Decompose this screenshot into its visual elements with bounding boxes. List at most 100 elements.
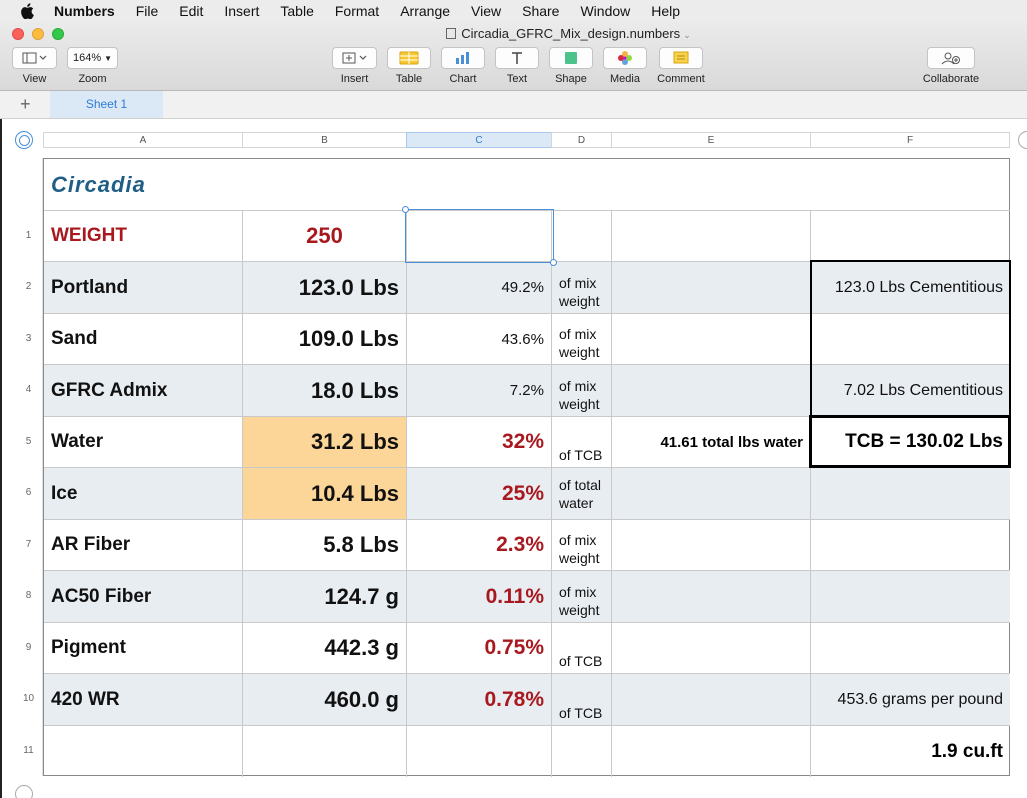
total-water-note[interactable]: 41.61 total lbs water <box>612 417 811 468</box>
ingredient-percent[interactable]: 0.11% <box>407 571 552 623</box>
cell-e4[interactable] <box>612 365 811 417</box>
ingredient-label[interactable]: AC50 Fiber <box>44 571 243 623</box>
toolbar-comment[interactable]: Comment <box>657 47 705 85</box>
ingredient-unit[interactable]: of mix weight <box>552 314 612 365</box>
column-header-d[interactable]: D <box>551 132 612 148</box>
row-header-title[interactable] <box>15 158 43 210</box>
ingredient-label[interactable]: 420 WR <box>44 674 243 726</box>
row-header-5[interactable]: 5 <box>15 416 43 467</box>
ingredient-percent[interactable]: 0.78% <box>407 674 552 726</box>
menu-insert[interactable]: Insert <box>224 3 259 19</box>
cell-e10[interactable] <box>612 674 811 726</box>
zoom-select[interactable]: 164% ▼ <box>67 47 118 69</box>
ingredient-percent[interactable]: 25% <box>407 468 552 520</box>
grams-per-pound-note[interactable]: 453.6 grams per pound <box>811 674 1010 726</box>
ingredient-amount[interactable]: 10.4 Lbs <box>243 468 407 520</box>
ingredient-unit[interactable]: of TCB <box>552 623 612 674</box>
text-button[interactable] <box>495 47 539 69</box>
ingredient-unit[interactable]: of mix weight <box>552 262 612 314</box>
ingredient-amount[interactable]: 109.0 Lbs <box>243 314 407 365</box>
ingredient-unit[interactable]: of TCB <box>552 674 612 726</box>
toolbar-insert[interactable]: Insert <box>332 47 377 85</box>
menu-help[interactable]: Help <box>651 3 680 19</box>
menu-file[interactable]: File <box>136 3 159 19</box>
cell-f8[interactable] <box>811 571 1010 623</box>
row-header-2[interactable]: 2 <box>15 261 43 313</box>
ingredient-unit[interactable]: of mix weight <box>552 365 612 417</box>
row-header-9[interactable]: 9 <box>15 622 43 673</box>
ingredient-percent[interactable]: 0.75% <box>407 623 552 674</box>
menu-share[interactable]: Share <box>522 3 559 19</box>
menu-app-name[interactable]: Numbers <box>54 3 115 19</box>
ingredient-label[interactable]: Water <box>44 417 243 468</box>
ingredient-label[interactable]: Portland <box>44 262 243 314</box>
toolbar-view[interactable]: View <box>12 47 57 85</box>
chart-button[interactable] <box>441 47 485 69</box>
cell-f1[interactable] <box>811 211 1010 262</box>
apple-menu-icon[interactable] <box>20 3 34 19</box>
ingredient-unit[interactable]: of mix weight <box>552 571 612 623</box>
ingredient-label[interactable]: GFRC Admix <box>44 365 243 417</box>
column-header-f[interactable]: F <box>810 132 1010 148</box>
view-button[interactable] <box>12 47 57 69</box>
cell-f6[interactable] <box>811 468 1010 520</box>
menu-table[interactable]: Table <box>280 3 313 19</box>
toolbar-shape[interactable]: Shape <box>549 47 593 85</box>
cell-e3[interactable] <box>612 314 811 365</box>
table-select-handle[interactable] <box>15 131 33 149</box>
row-header-6[interactable]: 6 <box>15 467 43 519</box>
cell-e11[interactable] <box>612 726 811 777</box>
column-header-b[interactable]: B <box>242 132 407 148</box>
sheet-canvas[interactable]: A B C D E F 1 2 3 4 5 6 7 8 9 10 11 Circ… <box>0 119 1027 798</box>
ingredient-amount[interactable]: 460.0 g <box>243 674 407 726</box>
ingredient-percent[interactable]: 2.3% <box>407 520 552 571</box>
menu-window[interactable]: Window <box>580 3 630 19</box>
toolbar-table[interactable]: Table <box>387 47 431 85</box>
ingredient-percent[interactable]: 43.6% <box>407 314 552 365</box>
weight-label[interactable]: WEIGHT <box>44 211 243 262</box>
cell-e1[interactable] <box>612 211 811 262</box>
ingredient-percent[interactable]: 32% <box>407 417 552 468</box>
tab-sheet-1[interactable]: Sheet 1 <box>50 91 163 118</box>
row-header-11[interactable]: 11 <box>15 725 43 776</box>
toolbar-zoom[interactable]: 164% ▼ Zoom <box>67 47 118 85</box>
add-sheet-button[interactable]: + <box>20 94 31 115</box>
ingredient-amount[interactable]: 18.0 Lbs <box>243 365 407 417</box>
cell-e9[interactable] <box>612 623 811 674</box>
ingredient-unit[interactable]: of mix weight <box>552 520 612 571</box>
ingredient-label[interactable]: AR Fiber <box>44 520 243 571</box>
menu-arrange[interactable]: Arrange <box>400 3 450 19</box>
shape-button[interactable] <box>549 47 593 69</box>
ingredient-amount[interactable]: 123.0 Lbs <box>243 262 407 314</box>
cell-e8[interactable] <box>612 571 811 623</box>
cell-d1[interactable] <box>552 211 612 262</box>
toolbar-media[interactable]: Media <box>603 47 647 85</box>
row-header-7[interactable]: 7 <box>15 519 43 570</box>
ingredient-label[interactable]: Sand <box>44 314 243 365</box>
ingredient-amount[interactable]: 5.8 Lbs <box>243 520 407 571</box>
media-button[interactable] <box>603 47 647 69</box>
selected-cell-c1[interactable] <box>402 206 557 266</box>
row-header-10[interactable]: 10 <box>15 673 43 725</box>
toolbar-chart[interactable]: Chart <box>441 47 485 85</box>
menu-format[interactable]: Format <box>335 3 379 19</box>
weight-value[interactable]: 250 <box>243 211 407 262</box>
selection-handle-top-left[interactable] <box>402 206 409 213</box>
add-column-handle[interactable] <box>1018 131 1027 149</box>
row-header-3[interactable]: 3 <box>15 313 43 364</box>
ingredient-percent[interactable]: 49.2% <box>407 262 552 314</box>
table-title[interactable]: Circadia <box>44 159 1010 211</box>
cell-f7[interactable] <box>811 520 1010 571</box>
cell-c11[interactable] <box>407 726 552 777</box>
ingredient-amount[interactable]: 31.2 Lbs <box>243 417 407 468</box>
ingredient-amount[interactable]: 124.7 g <box>243 571 407 623</box>
table-button[interactable] <box>387 47 431 69</box>
column-header-c[interactable]: C <box>406 132 552 148</box>
row-header-8[interactable]: 8 <box>15 570 43 622</box>
add-row-handle[interactable] <box>15 785 33 798</box>
cell-b11[interactable] <box>243 726 407 777</box>
cell-f9[interactable] <box>811 623 1010 674</box>
chevron-down-icon[interactable]: ⌄ <box>683 30 691 40</box>
collaborate-button[interactable] <box>927 47 975 69</box>
column-header-a[interactable]: A <box>43 132 243 148</box>
